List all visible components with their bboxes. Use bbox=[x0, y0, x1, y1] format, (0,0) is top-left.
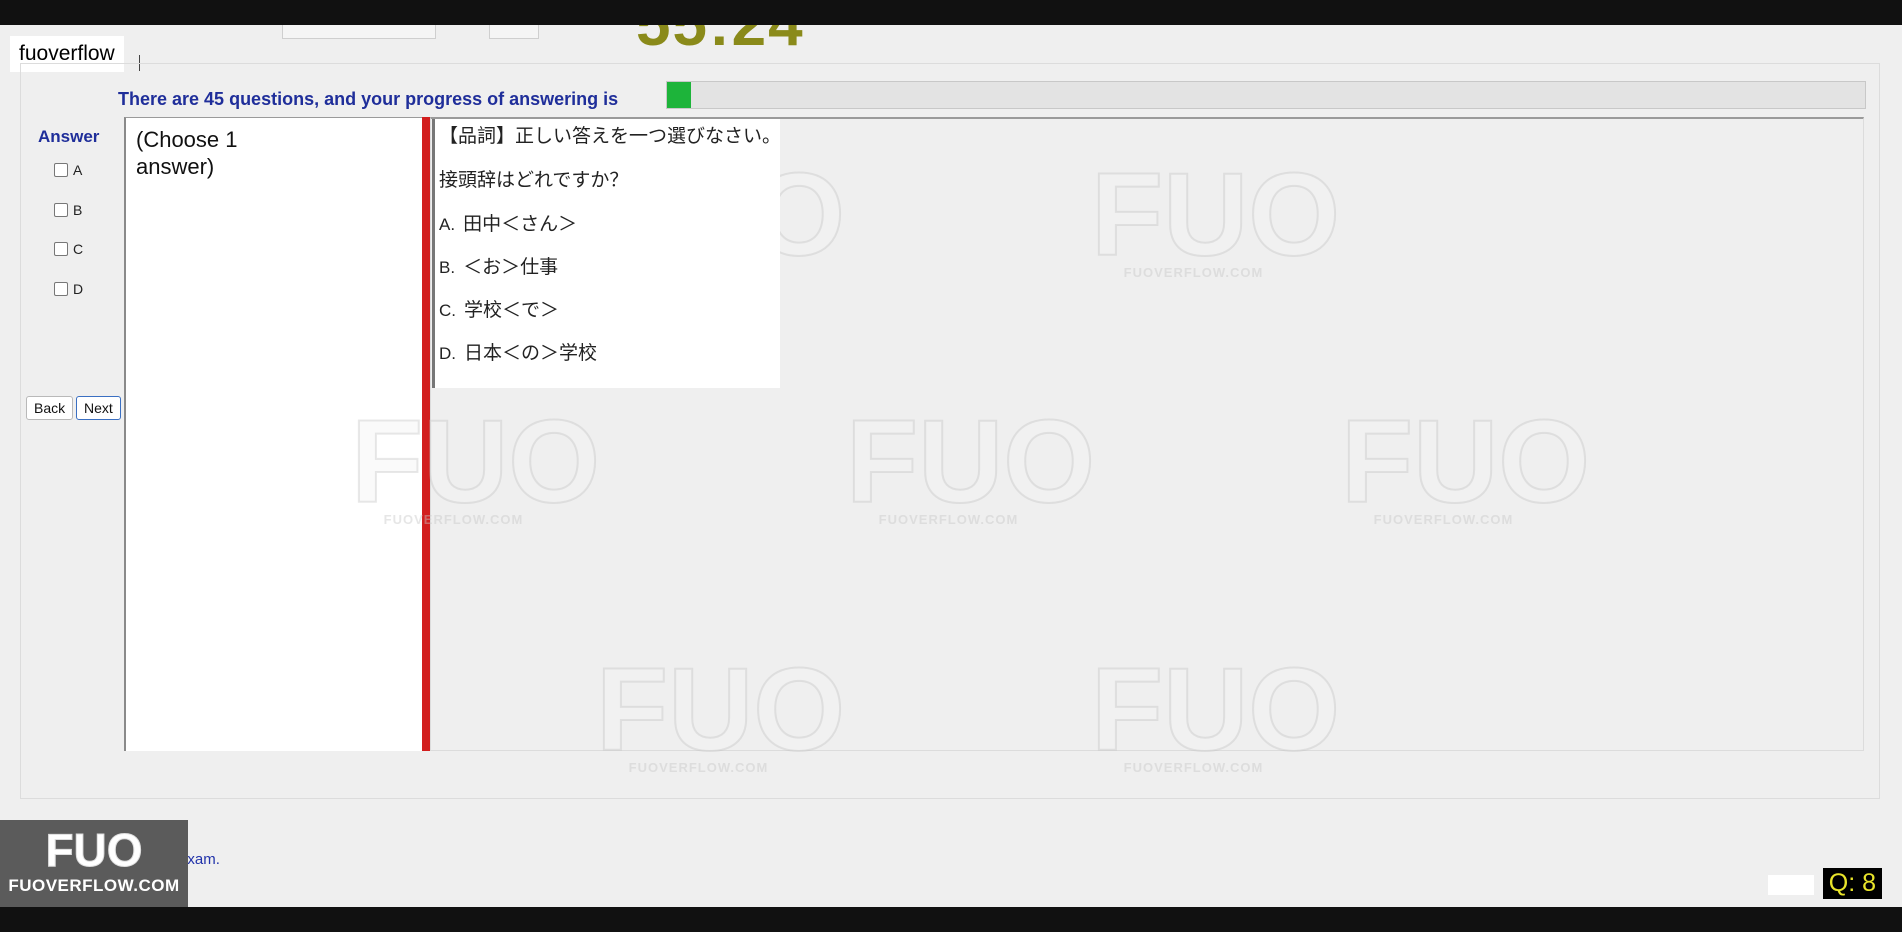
question-option-b: B. ＜お＞仕事 bbox=[439, 257, 559, 278]
answer-option-b[interactable]: B bbox=[54, 202, 82, 218]
answer-title: Answer bbox=[38, 127, 100, 146]
answer-option-label: A bbox=[73, 162, 83, 178]
checkbox-c[interactable] bbox=[54, 242, 68, 256]
question-option-d: D. 日本＜の＞学校 bbox=[439, 343, 598, 364]
question-counter: Q: 8 bbox=[1822, 868, 1882, 899]
choose-line-1: (Choose 1 bbox=[136, 127, 238, 152]
next-button[interactable]: Next bbox=[76, 396, 121, 420]
answer-option-label: C bbox=[73, 241, 84, 257]
question-prompt: 接頭辞はどれですか？ bbox=[439, 170, 629, 191]
top-field-ghost-small bbox=[489, 25, 539, 39]
exam-window: 55:24 fuoverflow There are 45 questions,… bbox=[0, 25, 1902, 907]
choose-instruction-panel: (Choose 1 answer) bbox=[124, 117, 422, 751]
checkbox-d[interactable] bbox=[54, 282, 68, 296]
question-option-a: A. 田中＜さん＞ bbox=[439, 214, 578, 235]
answer-option-d[interactable]: D bbox=[54, 281, 83, 297]
checkbox-a[interactable] bbox=[54, 163, 68, 177]
answer-option-a[interactable]: A bbox=[54, 162, 82, 178]
panel-splitter[interactable] bbox=[422, 117, 430, 751]
logo-url: FUOVERFLOW.COM bbox=[8, 876, 180, 895]
question-option-c: C. 学校＜で＞ bbox=[439, 300, 560, 321]
question-content: 【品詞】正しい答えを一つ選びなさい。 接頭辞はどれですか？ A. 田中＜さん＞ B… bbox=[432, 119, 782, 388]
question-instruction: 【品詞】正しい答えを一つ選びなさい。 bbox=[439, 126, 782, 147]
counter-ghost bbox=[1768, 875, 1814, 895]
exam-timer: 55:24 bbox=[636, 25, 805, 60]
fuoverflow-logo: FUO FUOVERFLOW.COM bbox=[0, 820, 188, 907]
progress-label: There are 45 questions, and your progres… bbox=[118, 89, 619, 109]
answer-option-c[interactable]: C bbox=[54, 241, 83, 257]
back-button[interactable]: Back bbox=[26, 396, 74, 420]
checkbox-b[interactable] bbox=[54, 203, 68, 217]
progress-bar bbox=[666, 81, 1866, 109]
progress-bar-fill bbox=[667, 82, 691, 108]
answer-option-label: D bbox=[73, 281, 84, 297]
logo-mark: FUO bbox=[45, 824, 143, 877]
answer-option-label: B bbox=[73, 202, 83, 218]
choose-line-2: answer) bbox=[136, 154, 215, 179]
top-field-ghost bbox=[282, 25, 436, 39]
